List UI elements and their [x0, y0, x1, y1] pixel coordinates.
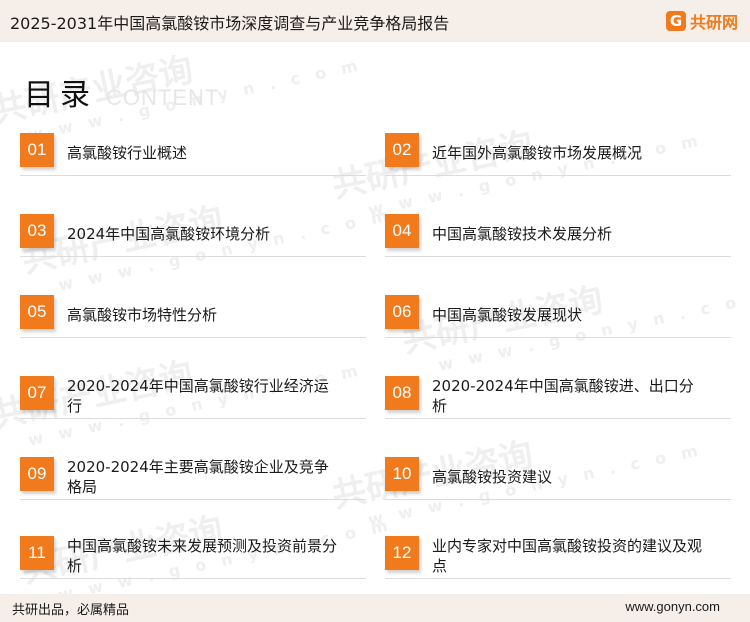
toc-number: 03	[20, 214, 54, 248]
toc-label: 中国高氯酸铵发展现状	[432, 306, 583, 324]
toc-label: 2020-2024年主要高氯酸铵企业及竞争格局	[67, 458, 329, 496]
toc-label: 2020-2024年中国高氯酸铵进、出口分析	[432, 377, 694, 415]
toc-number: 12	[385, 536, 419, 570]
divider	[20, 418, 366, 419]
toc-label: 高氯酸铵行业概述	[67, 144, 188, 162]
toc-number: 10	[385, 457, 419, 491]
toc-label: 近年国外高氯酸铵市场发展概况	[432, 144, 643, 162]
toc-label: 高氯酸铵投资建议	[432, 468, 553, 486]
divider	[385, 175, 731, 176]
footer-bar: 共研出品，必属精品 www.gonyn.com	[0, 594, 750, 622]
heading-main: 目录	[24, 78, 96, 113]
divider	[385, 418, 731, 419]
toc-item[interactable]: 04 中国高氯酸铵技术发展分析	[385, 214, 731, 262]
toc-number: 05	[20, 295, 54, 329]
toc-number: 06	[385, 295, 419, 329]
toc-label: 中国高氯酸铵未来发展预测及投资前景分析	[67, 537, 338, 575]
divider	[20, 256, 366, 257]
toc-item[interactable]: 11 中国高氯酸铵未来发展预测及投资前景分析	[20, 536, 366, 584]
toc-item[interactable]: 02 近年国外高氯酸铵市场发展概况	[385, 133, 731, 181]
toc-number: 07	[20, 376, 54, 410]
toc-number: 04	[385, 214, 419, 248]
toc-item[interactable]: 09 2020-2024年主要高氯酸铵企业及竞争格局	[20, 457, 366, 505]
divider	[20, 337, 366, 338]
divider	[385, 337, 731, 338]
toc-item[interactable]: 06 中国高氯酸铵发展现状	[385, 295, 731, 343]
brand-g-icon: G	[665, 11, 686, 31]
report-title: 2025-2031年中国高氯酸铵市场深度调查与产业竞争格局报告	[10, 14, 450, 33]
page-heading: 目录 CONTENT	[24, 70, 219, 114]
toc-item[interactable]: 01 高氯酸铵行业概述	[20, 133, 366, 181]
divider	[385, 578, 731, 579]
toc-item[interactable]: 12 业内专家对中国高氯酸铵投资的建议及观点	[385, 536, 731, 584]
toc-item[interactable]: 08 2020-2024年中国高氯酸铵进、出口分析	[385, 376, 731, 424]
divider	[385, 499, 731, 500]
footer-slogan: 共研出品，必属精品	[12, 603, 130, 618]
divider	[20, 499, 366, 500]
divider	[385, 256, 731, 257]
toc-label: 业内专家对中国高氯酸铵投资的建议及观点	[432, 537, 703, 575]
toc-number: 08	[385, 376, 419, 410]
footer-url[interactable]: www.gonyn.com	[625, 599, 720, 614]
toc-item[interactable]: 05 高氯酸铵市场特性分析	[20, 295, 366, 343]
toc-label: 2020-2024年中国高氯酸铵行业经济运行	[67, 377, 329, 415]
toc-item[interactable]: 07 2020-2024年中国高氯酸铵行业经济运行	[20, 376, 366, 424]
toc-number: 11	[20, 536, 54, 570]
heading-sub: CONTENT	[106, 85, 220, 110]
toc-label: 2024年中国高氯酸铵环境分析	[67, 225, 271, 243]
toc-label: 中国高氯酸铵技术发展分析	[432, 225, 613, 243]
brand-name: 共研网	[689, 13, 738, 32]
header-bar: 2025-2031年中国高氯酸铵市场深度调查与产业竞争格局报告 G 共研网	[0, 0, 750, 42]
brand-logo: G 共研网	[665, 8, 738, 34]
divider	[20, 578, 366, 579]
toc-item[interactable]: 10 高氯酸铵投资建议	[385, 457, 731, 505]
toc-number: 02	[385, 133, 419, 167]
toc-number: 09	[20, 457, 54, 491]
toc-item[interactable]: 03 2024年中国高氯酸铵环境分析	[20, 214, 366, 262]
toc-label: 高氯酸铵市场特性分析	[67, 306, 218, 324]
divider	[20, 175, 366, 176]
toc-number: 01	[20, 133, 54, 167]
